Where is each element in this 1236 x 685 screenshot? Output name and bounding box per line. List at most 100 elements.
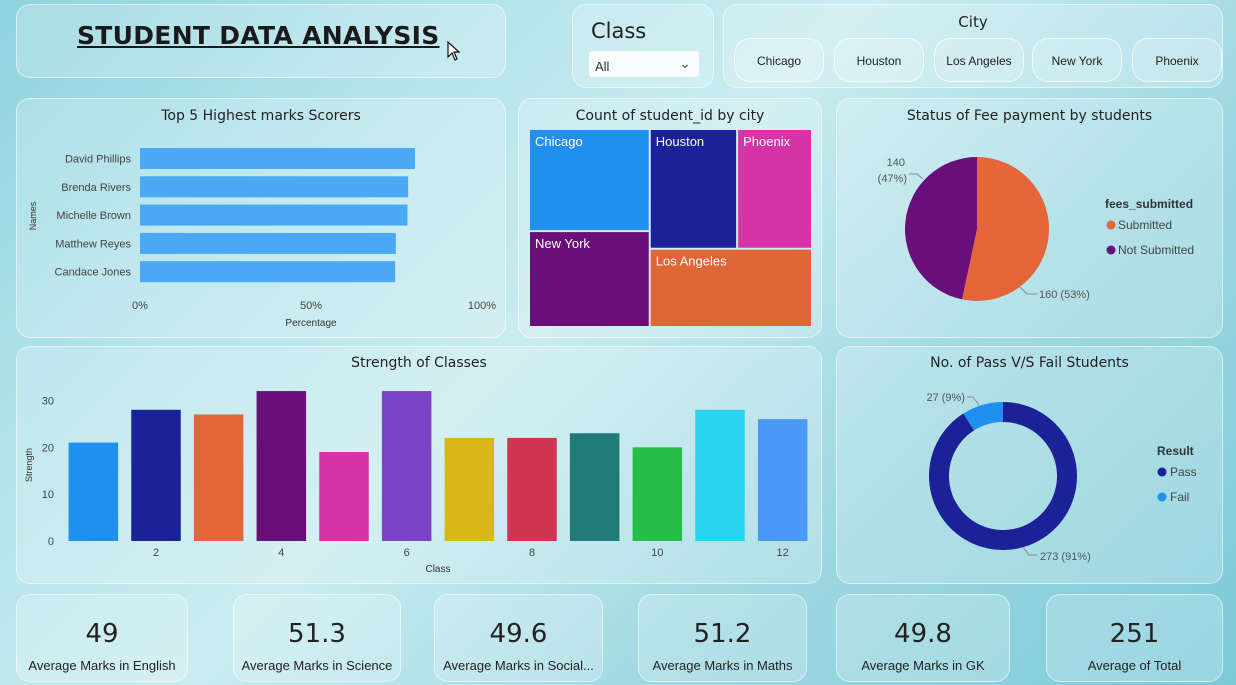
fee-label-not-submitted-pct: (47%) xyxy=(878,173,907,185)
treemap-tile-label: Los Angeles xyxy=(656,254,727,269)
page-title: STUDENT DATA ANALYSIS xyxy=(77,21,440,50)
passfail-visual: No. of Pass V/S Fail Students 27 (9%) 27… xyxy=(836,346,1223,584)
passfail-donut-chart: 27 (9%) 273 (91%) Result Pass Fail xyxy=(926,392,1196,563)
strength-ytick: 0 xyxy=(48,536,54,548)
top5-xtick: 100% xyxy=(468,300,496,312)
strength-bar[interactable] xyxy=(68,442,119,541)
passfail-label-pass: 273 (91%) xyxy=(1040,551,1091,563)
strength-xtick: 4 xyxy=(278,547,284,559)
treemap-tile-label: Phoenix xyxy=(743,134,790,149)
top5-name-label: Candace Jones xyxy=(55,267,132,279)
kpi-value: 49.6 xyxy=(489,619,548,649)
strength-xtick: 2 xyxy=(153,547,159,559)
legend-dot-fail xyxy=(1157,492,1167,502)
fee-pie-slice[interactable] xyxy=(905,157,977,300)
passfail-label-fail: 27 (9%) xyxy=(926,392,965,404)
kpi-card-gk: 49.8 Average Marks in GK xyxy=(836,594,1010,682)
treemap-tile-label: New York xyxy=(535,236,590,251)
strength-bar[interactable] xyxy=(695,409,745,541)
chevron-down-icon: ⌄ xyxy=(679,55,691,71)
fee-legend-submitted: Submitted xyxy=(1118,218,1172,232)
strength-chart: Strength Class 0 10 20 30 2 4 6 8 10 12 xyxy=(24,391,808,575)
strength-visual: Strength of Classes Strength Class 0 10 20… xyxy=(16,346,822,584)
strength-xtick: 8 xyxy=(529,547,535,559)
top5-bar[interactable] xyxy=(140,148,415,169)
kpi-card-science: 51.3 Average Marks in Science xyxy=(233,594,401,682)
fee-legend-not-submitted: Not Submitted xyxy=(1118,243,1194,257)
kpi-value: 251 xyxy=(1109,619,1160,649)
passfail-legend-title: Result xyxy=(1157,444,1194,458)
city-slicer: City Chicago Houston Los Angeles New Yor… xyxy=(723,4,1223,88)
strength-bar[interactable] xyxy=(319,451,369,541)
top5-bar[interactable] xyxy=(140,232,396,254)
top5-visual: Top 5 Highest marks Scorers Names Percen… xyxy=(16,98,506,338)
top5-xlabel: Percentage xyxy=(285,318,337,329)
strength-ytick: 30 xyxy=(42,395,54,407)
kpi-label: Average Marks in Social... xyxy=(443,658,594,673)
kpi-label: Average Marks in Science xyxy=(241,658,393,673)
kpi-value: 51.2 xyxy=(693,619,752,649)
strength-xlabel: Class xyxy=(425,564,450,575)
kpi-card-total: 251 Average of Total xyxy=(1046,594,1223,682)
fee-leader-line xyxy=(1019,286,1037,295)
strength-bar[interactable] xyxy=(507,437,557,541)
strength-bar[interactable] xyxy=(569,433,620,541)
passfail-leader-line xyxy=(1022,546,1037,556)
kpi-label: Average Marks in English xyxy=(28,658,176,673)
strength-ytick: 10 xyxy=(42,489,54,501)
strength-bar[interactable] xyxy=(632,447,683,541)
class-dropdown[interactable]: All ⌄ xyxy=(589,51,699,77)
fee-label-not-submitted: 140 xyxy=(887,157,905,169)
kpi-card-maths: 51.2 Average Marks in Maths xyxy=(638,594,807,682)
fee-visual: Status of Fee payment by students 140 (4… xyxy=(836,98,1223,338)
top5-name-label: David Phillips xyxy=(65,154,132,166)
strength-xtick: 6 xyxy=(404,547,410,559)
fee-legend-title: fees_submitted xyxy=(1105,197,1193,211)
top5-chart: Names Percentage 0% 50% 100% David Phill… xyxy=(28,148,496,329)
kpi-card-english: 49 Average Marks in English xyxy=(16,594,188,682)
strength-xtick: 12 xyxy=(777,547,789,559)
fee-leader-line xyxy=(909,173,924,180)
top5-xtick: 50% xyxy=(300,300,322,312)
top5-name-label: Matthew Reyes xyxy=(55,238,131,250)
legend-dot-submitted xyxy=(1106,220,1116,230)
fee-pie-chart: 140 (47%) 160 (53%) fees_submitted Submi… xyxy=(878,157,1194,301)
city-button-new-york[interactable]: New York xyxy=(1032,38,1122,82)
strength-bar[interactable] xyxy=(193,414,244,541)
strength-bar[interactable] xyxy=(381,391,432,541)
strength-bar[interactable] xyxy=(444,437,495,541)
city-slicer-label: City xyxy=(958,13,988,31)
treemap-tile-label: Chicago xyxy=(535,134,583,149)
kpi-value: 49.8 xyxy=(894,619,952,649)
class-slicer: Class All ⌄ xyxy=(572,4,714,88)
kpi-card-social: 49.6 Average Marks in Social... xyxy=(434,594,603,682)
strength-xtick: 10 xyxy=(651,547,663,559)
legend-dot-pass xyxy=(1157,467,1167,477)
top5-xtick: 0% xyxy=(132,300,148,312)
treemap-tile-label: Houston xyxy=(656,134,704,149)
kpi-label: Average Marks in GK xyxy=(861,658,985,673)
strength-bar[interactable] xyxy=(256,391,307,541)
class-slicer-label: Class xyxy=(591,19,647,43)
top5-bar[interactable] xyxy=(140,261,396,283)
strength-ytick: 20 xyxy=(42,442,54,454)
kpi-label: Average of Total xyxy=(1087,658,1182,673)
passfail-donut-slice[interactable] xyxy=(929,402,1077,550)
top5-name-label: Michelle Brown xyxy=(56,210,131,222)
treemap-visual: Count of student_id by city Chicago New Y… xyxy=(518,98,822,338)
strength-bar[interactable] xyxy=(757,419,808,541)
title-card: STUDENT DATA ANALYSIS xyxy=(16,4,506,78)
city-button-phoenix[interactable]: Phoenix xyxy=(1132,38,1222,82)
city-button-los-angeles[interactable]: Los Angeles xyxy=(934,38,1024,82)
top5-bar[interactable] xyxy=(140,204,408,226)
kpi-value: 51.3 xyxy=(288,619,346,649)
city-button-chicago[interactable]: Chicago xyxy=(734,38,824,82)
class-dropdown-value: All xyxy=(595,59,610,74)
strength-bar[interactable] xyxy=(131,409,181,541)
kpi-value: 49 xyxy=(85,619,119,649)
treemap-chart: Chicago New York Houston Phoenix Los Angeles xyxy=(530,130,811,326)
top5-bar[interactable] xyxy=(140,176,409,198)
city-button-houston[interactable]: Houston xyxy=(834,38,924,82)
top5-ylabel: Names xyxy=(28,201,38,230)
passfail-leader-line xyxy=(967,396,980,406)
